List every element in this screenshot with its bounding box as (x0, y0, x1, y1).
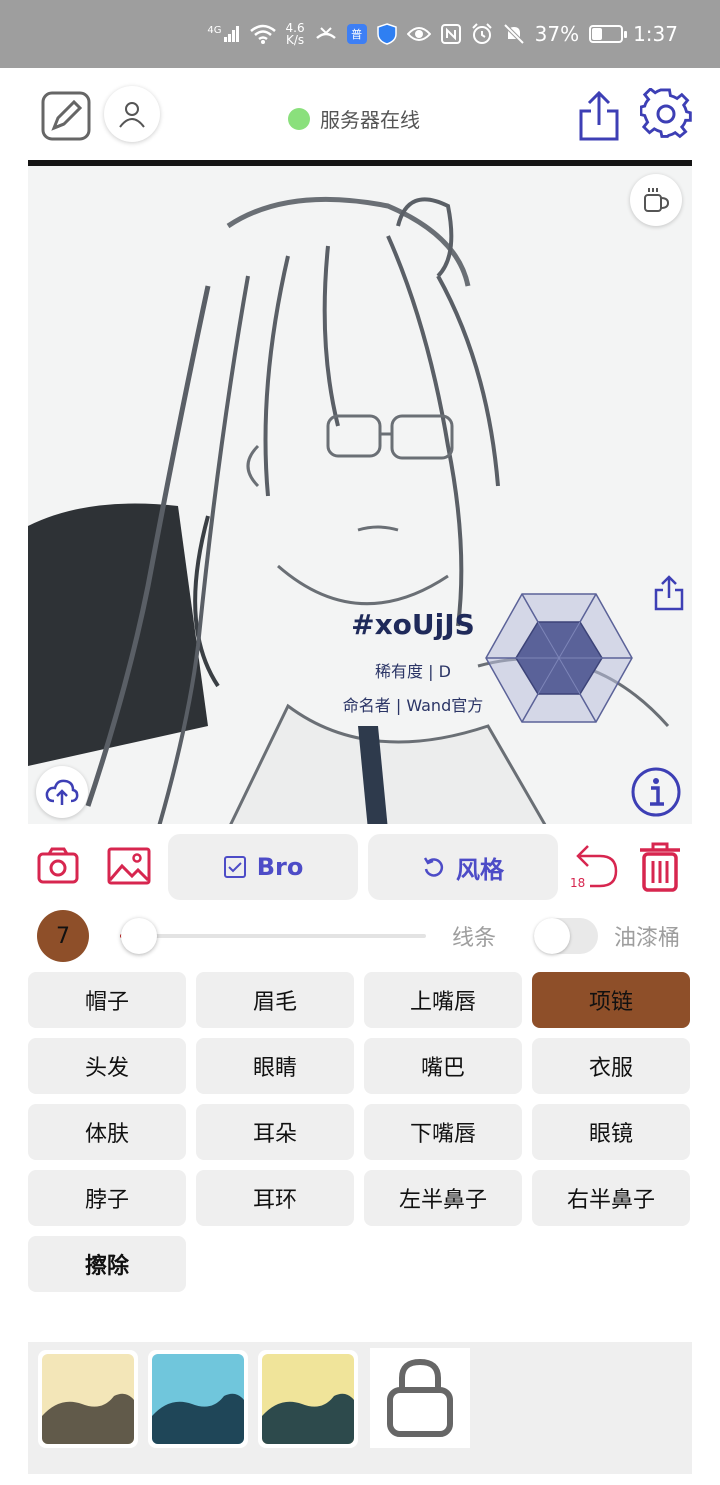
label-chip[interactable]: 上嘴唇 (364, 972, 522, 1028)
bucket-mode-label: 油漆桶 (614, 926, 681, 951)
palette-preview (152, 1354, 244, 1444)
nfc-icon (440, 24, 461, 44)
user-icon (119, 102, 145, 128)
label-chip[interactable]: 眼睛 (196, 1038, 354, 1094)
palette-preview (262, 1354, 354, 1444)
info-button[interactable] (630, 766, 684, 820)
signal-icon: 4G (207, 26, 239, 42)
share-button[interactable] (572, 88, 626, 144)
app-root: 4G 4.6 K/s 普 37% 1:37 服务器在线 #xoUjJS 稀有度 … (0, 0, 720, 1485)
coffee-cup-icon (644, 188, 670, 212)
label-chip[interactable]: 左半鼻子 (364, 1170, 522, 1226)
label-chip[interactable]: 擦除 (28, 1236, 186, 1292)
undo-button[interactable]: 18 (568, 840, 622, 896)
lock-icon (387, 1358, 453, 1437)
palette-swatch[interactable] (148, 1350, 248, 1448)
line-mode-label: 线条 (452, 926, 497, 951)
brush-controls: 7 线条 油漆桶 (28, 910, 692, 962)
gear-icon (640, 88, 692, 139)
label-chip[interactable]: 耳环 (196, 1170, 354, 1226)
info-icon (631, 767, 681, 817)
label-grid: 帽子 眉毛 上嘴唇 项链头发 眼睛 嘴巴 衣服体肤 耳朵 下嘴唇 眼镜脖子 耳环 左半鼻子 右半鼻子擦除 (28, 972, 692, 1292)
label-chip[interactable]: 眼镜 (532, 1104, 690, 1160)
share-icon (579, 90, 619, 141)
label-chip[interactable]: 右半鼻子 (532, 1170, 690, 1226)
locked-palette-slot[interactable] (370, 1348, 470, 1448)
label-chip[interactable]: 下嘴唇 (364, 1104, 522, 1160)
palette-swatch[interactable] (258, 1350, 358, 1448)
palette-preview (42, 1354, 134, 1444)
clock: 1:37 (633, 22, 678, 46)
bro-label: Bro (256, 853, 304, 881)
profile-button[interactable] (104, 86, 160, 142)
server-status-dot (288, 107, 310, 130)
app-header: 服务器在线 (0, 68, 720, 162)
camera-icon (37, 847, 79, 884)
share-icon (654, 575, 684, 611)
wifi-icon (249, 24, 276, 44)
sketch-icon (41, 91, 91, 141)
camera-button[interactable] (36, 846, 84, 890)
toolbar: Bro 风格 18 (28, 834, 692, 900)
coffee-button[interactable] (630, 174, 682, 226)
signal-label: 4G (207, 25, 222, 36)
alarm-icon (471, 23, 492, 44)
shield-icon (376, 23, 397, 45)
label-chip[interactable]: 眉毛 (196, 972, 354, 1028)
label-chip[interactable]: 衣服 (532, 1038, 690, 1094)
net-speed: 4.6 K/s (286, 22, 305, 46)
checkbox-icon (223, 856, 246, 878)
server-status-label: 服务器在线 (320, 108, 420, 132)
bro-toggle-button[interactable]: Bro (168, 834, 358, 900)
label-chip[interactable]: 嘴巴 (364, 1038, 522, 1094)
palette-swatch[interactable] (38, 1350, 138, 1448)
sketch-button[interactable] (38, 88, 94, 144)
label-chip[interactable]: 体肤 (28, 1104, 186, 1160)
battery-percent: 37% (534, 22, 580, 46)
brush-size-slider[interactable] (120, 918, 426, 954)
gem-badge-icon (485, 593, 633, 723)
undo-count: 18 (570, 876, 586, 890)
slider-thumb[interactable] (121, 918, 158, 954)
label-chip[interactable]: 脖子 (28, 1170, 186, 1226)
label-chip[interactable]: 帽子 (28, 972, 186, 1028)
app-badge-icon: 普 (346, 24, 367, 44)
server-status: 服务器在线 (288, 104, 420, 133)
trash-icon (640, 842, 680, 892)
eye-icon (406, 27, 431, 41)
battery-icon (589, 25, 628, 43)
card-id: #xoUjJS (351, 608, 475, 641)
status-bar: 4G 4.6 K/s 普 37% 1:37 (0, 0, 720, 68)
card-share-button[interactable] (652, 574, 688, 614)
toggle-knob (534, 918, 570, 954)
style-button[interactable]: 风格 (368, 834, 558, 900)
label-chip[interactable]: 耳朵 (196, 1104, 354, 1160)
refresh-icon (423, 857, 444, 877)
style-label: 风格 (456, 855, 504, 884)
character-card: #xoUjJS 稀有度 | D 命名者 | Wand官方 (302, 566, 684, 756)
mute-icon (503, 23, 525, 45)
drawing-canvas[interactable]: #xoUjJS 稀有度 | D 命名者 | Wand官方 (28, 160, 692, 824)
delete-button[interactable] (636, 840, 686, 896)
label-chip[interactable]: 项链 (532, 972, 690, 1028)
gallery-button[interactable] (106, 846, 154, 890)
missed-call-icon (315, 27, 336, 39)
palette-tray (28, 1342, 692, 1474)
cloud-upload-icon (45, 779, 79, 805)
upload-button[interactable] (36, 766, 88, 818)
image-icon (107, 847, 151, 885)
battery-fill (592, 28, 603, 40)
brush-size-badge[interactable]: 7 (37, 910, 89, 962)
net-speed-unit: K/s (285, 33, 305, 47)
settings-button[interactable] (638, 86, 694, 142)
bucket-toggle[interactable] (534, 918, 598, 954)
label-chip[interactable]: 头发 (28, 1038, 186, 1094)
